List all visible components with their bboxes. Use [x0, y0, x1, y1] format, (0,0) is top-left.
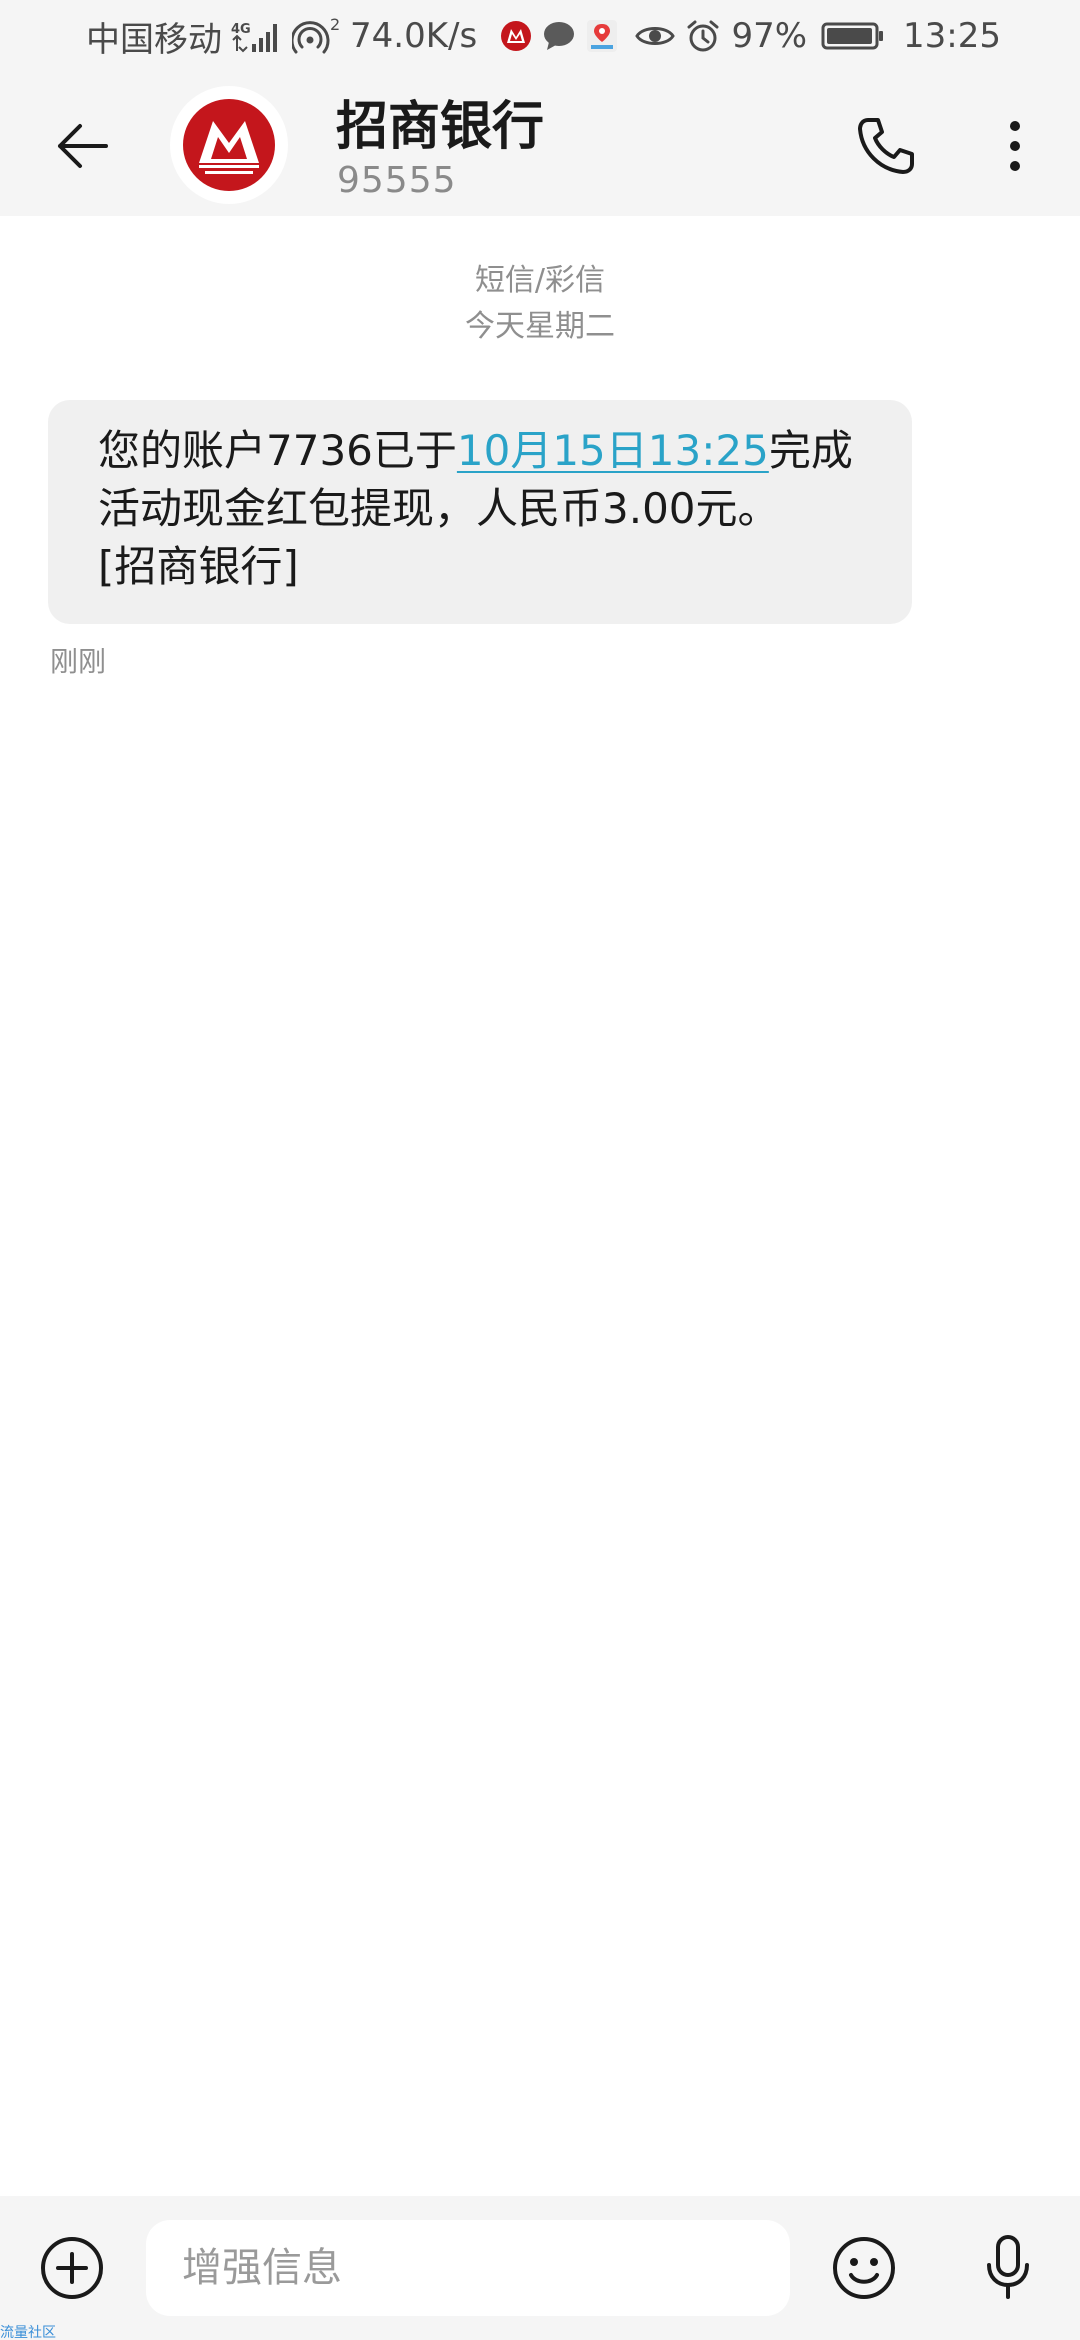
message-line-1: 您的账户7736已于10月15日13:25完成 [98, 422, 864, 480]
back-arrow-icon [58, 124, 108, 168]
location-notification-icon [585, 18, 619, 54]
battery-percentage: 97% [731, 16, 808, 56]
hotspot-count: 2 [330, 16, 340, 34]
more-options-button[interactable] [990, 106, 1040, 186]
message-time: 刚刚 [50, 645, 107, 678]
date-divider: 短信/彩信 今天星期二 [0, 258, 1080, 350]
message-date-link[interactable]: 10月15日13:25 [457, 426, 769, 475]
back-button[interactable] [40, 104, 124, 188]
status-time: 13:25 [903, 16, 1001, 56]
battery-icon [821, 21, 885, 51]
sms-conversation-screen: 中国移动 4G 2 74.0K/s 97% 13:25 招商银行 95555 短… [0, 0, 1080, 2340]
date-label: 今天星期二 [465, 309, 615, 344]
contact-number: 95555 [337, 160, 457, 201]
contact-avatar[interactable] [170, 86, 288, 204]
chat-notification-icon [541, 19, 577, 53]
cmb-logo [183, 99, 275, 191]
message-list[interactable]: 短信/彩信 今天星期二 您的账户7736已于10月15日13:25完成 活动现金… [0, 216, 1080, 2196]
message-input[interactable] [146, 2220, 790, 2316]
contact-name: 招商银行 [336, 97, 545, 157]
call-button[interactable] [846, 106, 926, 186]
watermark: 流量社区 [0, 2325, 56, 2340]
carrier-name: 中国移动 [86, 19, 222, 60]
network-speed: 74.0K/s [350, 16, 478, 56]
add-circle-icon [41, 2237, 103, 2299]
network-type-label: 4G [231, 22, 251, 37]
emoji-button[interactable] [828, 2232, 900, 2304]
message-line-2: 活动现金红包提现，人民币3.00元。 [98, 484, 780, 533]
compose-bar [0, 2196, 1080, 2340]
voice-input-button[interactable] [972, 2226, 1044, 2310]
message-text-after-link: 完成 [768, 426, 853, 475]
signal-icon: 4G [230, 18, 284, 54]
emoji-icon [833, 2237, 895, 2299]
message-text-before-link: 您的账户7736已于 [98, 426, 457, 475]
microphone-icon [987, 2235, 1029, 2299]
eye-icon [635, 21, 676, 51]
status-bar: 中国移动 4G 2 74.0K/s 97% 13:25 [0, 0, 1080, 72]
hotspot-icon: 2 [292, 16, 342, 56]
status-left: 中国移动 4G 2 74.0K/s [86, 0, 619, 72]
add-attachment-button[interactable] [36, 2232, 108, 2304]
more-vert-icon [1010, 121, 1020, 171]
status-right: 97% 13:25 [635, 0, 1001, 72]
alarm-icon [685, 18, 721, 54]
message-type-label: 短信/彩信 [474, 263, 606, 298]
cmb-notification-icon [499, 19, 533, 53]
conversation-header: 招商银行 95555 [0, 72, 1080, 216]
message-bubble[interactable]: 您的账户7736已于10月15日13:25完成 活动现金红包提现，人民币3.00… [48, 400, 912, 624]
phone-icon [858, 118, 914, 174]
message-line-3: [招商银行] [98, 542, 299, 591]
